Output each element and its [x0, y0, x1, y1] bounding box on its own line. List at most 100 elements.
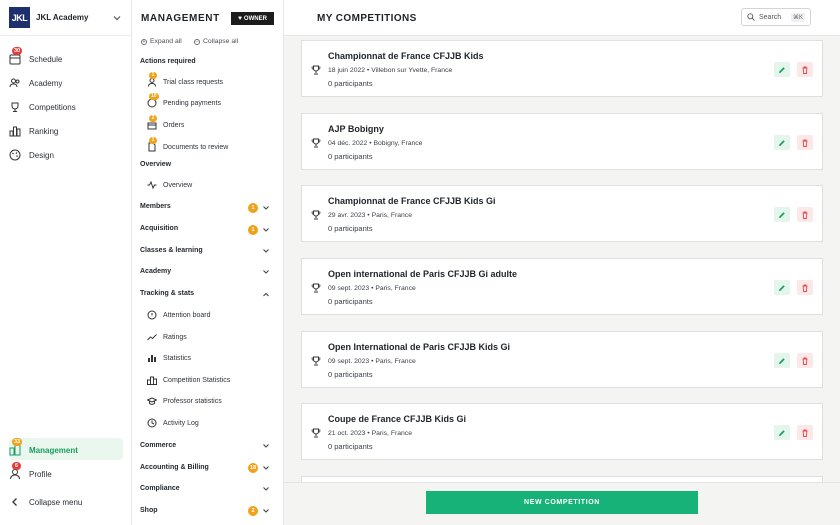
- edit-button[interactable]: [774, 280, 790, 295]
- competition-participants: 0 participants: [328, 297, 373, 306]
- delete-button[interactable]: [797, 207, 813, 222]
- delete-button[interactable]: [797, 280, 813, 295]
- heart-icon: ♥: [238, 15, 242, 22]
- classes-learning-section[interactable]: Classes & learning: [140, 247, 203, 254]
- competition-meta: 04 déc. 2022 • Bobigny, France: [328, 140, 423, 147]
- management-title: MANAGEMENT: [141, 13, 220, 24]
- competition-card[interactable]: Open International de Paris CFJJB Kids G…: [301, 331, 823, 388]
- orders-badge: 2: [149, 115, 157, 122]
- trial-class-requests-link[interactable]: 1 Trial class requests: [147, 72, 224, 88]
- page-title: MY COMPETITIONS: [317, 13, 417, 24]
- competition-meta: 18 juin 2022 • Villebon sur Yvette, Fran…: [328, 67, 453, 74]
- competition-card[interactable]: Championnat de France CFJJB Kids 18 juin…: [301, 40, 823, 97]
- management-panel: MANAGEMENT ♥ OWNER + Expand all − Collap…: [132, 0, 284, 525]
- chevron-down-icon[interactable]: [262, 485, 270, 493]
- edit-button[interactable]: [774, 353, 790, 368]
- activity-log-link[interactable]: Activity Log: [147, 417, 199, 429]
- accounting-billing-section[interactable]: Accounting & Billing: [140, 464, 209, 471]
- competition-name: Championnat de France CFJJB Kids: [328, 51, 484, 61]
- nav-item-label: Ranking: [29, 126, 59, 136]
- overview-link[interactable]: Overview: [147, 179, 192, 191]
- user-icon: 6: [9, 462, 21, 480]
- bar-chart-icon: [147, 353, 157, 363]
- expand-all-button[interactable]: + Expand all: [141, 38, 182, 45]
- chevron-down-icon[interactable]: [262, 204, 270, 212]
- sub-label: Trial class requests: [163, 78, 224, 86]
- new-competition-button[interactable]: NEW COMPETITION: [426, 491, 698, 514]
- collapse-all-button[interactable]: − Collapse all: [194, 38, 238, 45]
- acquisition-section[interactable]: Acquisition: [140, 225, 178, 232]
- pencil-icon: [779, 284, 785, 291]
- nav-item-profile[interactable]: 6 Profile: [9, 462, 52, 482]
- pencil-icon: [779, 66, 785, 73]
- chevron-down-icon[interactable]: [262, 268, 270, 276]
- shop-section[interactable]: Shop: [140, 507, 158, 514]
- competition-card[interactable]: Championnat de France CFJJB Kids Gi 29 a…: [301, 185, 823, 242]
- nav-item-ranking[interactable]: Ranking: [9, 123, 58, 139]
- chevron-down-icon[interactable]: [262, 247, 270, 255]
- attention-board-link[interactable]: Attention board: [147, 309, 210, 321]
- competition-participants: 0 participants: [328, 442, 373, 451]
- edit-button[interactable]: [774, 425, 790, 440]
- chevron-up-icon[interactable]: [262, 291, 270, 299]
- nav-item-label: Competitions: [29, 102, 76, 112]
- delete-button[interactable]: [797, 425, 813, 440]
- pencil-icon: [779, 139, 785, 146]
- clock-icon: [147, 418, 157, 428]
- academy-section[interactable]: Academy: [140, 268, 171, 275]
- competition-card[interactable]: AJP Bobigny 04 déc. 2022 • Bobigny, Fran…: [301, 113, 823, 170]
- collapse-menu-button[interactable]: Collapse menu: [9, 494, 82, 510]
- trophy-icon: [311, 283, 321, 293]
- ratings-link[interactable]: Ratings: [147, 331, 187, 343]
- chevron-down-icon[interactable]: [262, 507, 270, 515]
- pencil-icon: [779, 429, 785, 436]
- members-count-badge: 1: [248, 203, 258, 213]
- chevron-left-icon: [9, 496, 21, 508]
- nav-item-schedule[interactable]: 30 Schedule: [9, 47, 62, 67]
- compliance-section[interactable]: Compliance: [140, 485, 180, 492]
- payments-badge: 10: [149, 93, 159, 100]
- nav-item-label: Design: [29, 150, 54, 160]
- documents-badge: 1: [149, 137, 157, 144]
- competition-statistics-link[interactable]: Competition Statistics: [147, 374, 230, 386]
- management-badge: 33: [12, 438, 23, 446]
- nav-item-label: Management: [29, 445, 78, 455]
- chevron-down-icon[interactable]: [262, 442, 270, 450]
- delete-button[interactable]: [797, 135, 813, 150]
- professor-statistics-link[interactable]: Professor statistics: [147, 395, 222, 407]
- competition-list[interactable]: Championnat de France CFJJB Kids 18 juin…: [284, 36, 840, 482]
- commerce-section[interactable]: Commerce: [140, 442, 176, 449]
- edit-button[interactable]: [774, 207, 790, 222]
- competition-meta: 09 sept. 2023 • Paris, France: [328, 285, 416, 292]
- nav-item-design[interactable]: Design: [9, 147, 54, 163]
- person-badge-icon: 1: [147, 72, 157, 87]
- documents-to-review-link[interactable]: 1 Documents to review: [147, 137, 228, 153]
- podium-icon: [9, 125, 21, 137]
- nav-item-academy[interactable]: Academy: [9, 75, 62, 91]
- tracking-stats-section[interactable]: Tracking & stats: [140, 290, 194, 297]
- edit-button[interactable]: [774, 135, 790, 150]
- pending-payments-link[interactable]: 10 Pending payments: [147, 93, 221, 109]
- nav-item-competitions[interactable]: Competitions: [9, 99, 76, 115]
- academy-name: JKL Academy: [36, 13, 89, 22]
- delete-button[interactable]: [797, 62, 813, 77]
- nav-item-management[interactable]: 33 Management: [9, 438, 78, 458]
- academy-switcher[interactable]: JKL JKL Academy: [0, 0, 131, 36]
- delete-button[interactable]: [797, 353, 813, 368]
- box-icon: 2: [147, 115, 157, 130]
- trophy-icon: [311, 356, 321, 366]
- statistics-link[interactable]: Statistics: [147, 352, 191, 364]
- chevron-down-icon[interactable]: [262, 464, 270, 472]
- sub-label: Overview: [163, 181, 193, 189]
- chevron-down-icon[interactable]: [262, 226, 270, 234]
- calendar-icon: 30: [9, 47, 23, 65]
- search-button[interactable]: Search ⌘K: [741, 8, 811, 26]
- plus-circle-icon: +: [141, 38, 147, 45]
- trophy-icon: [311, 138, 321, 148]
- members-section[interactable]: Members: [140, 203, 171, 210]
- competition-card[interactable]: Open international de Paris CFJJB Gi adu…: [301, 258, 823, 315]
- pencil-icon: [779, 357, 785, 364]
- competition-card[interactable]: Coupe de France CFJJB Kids Gi 21 oct. 20…: [301, 403, 823, 460]
- edit-button[interactable]: [774, 62, 790, 77]
- orders-link[interactable]: 2 Orders: [147, 115, 184, 131]
